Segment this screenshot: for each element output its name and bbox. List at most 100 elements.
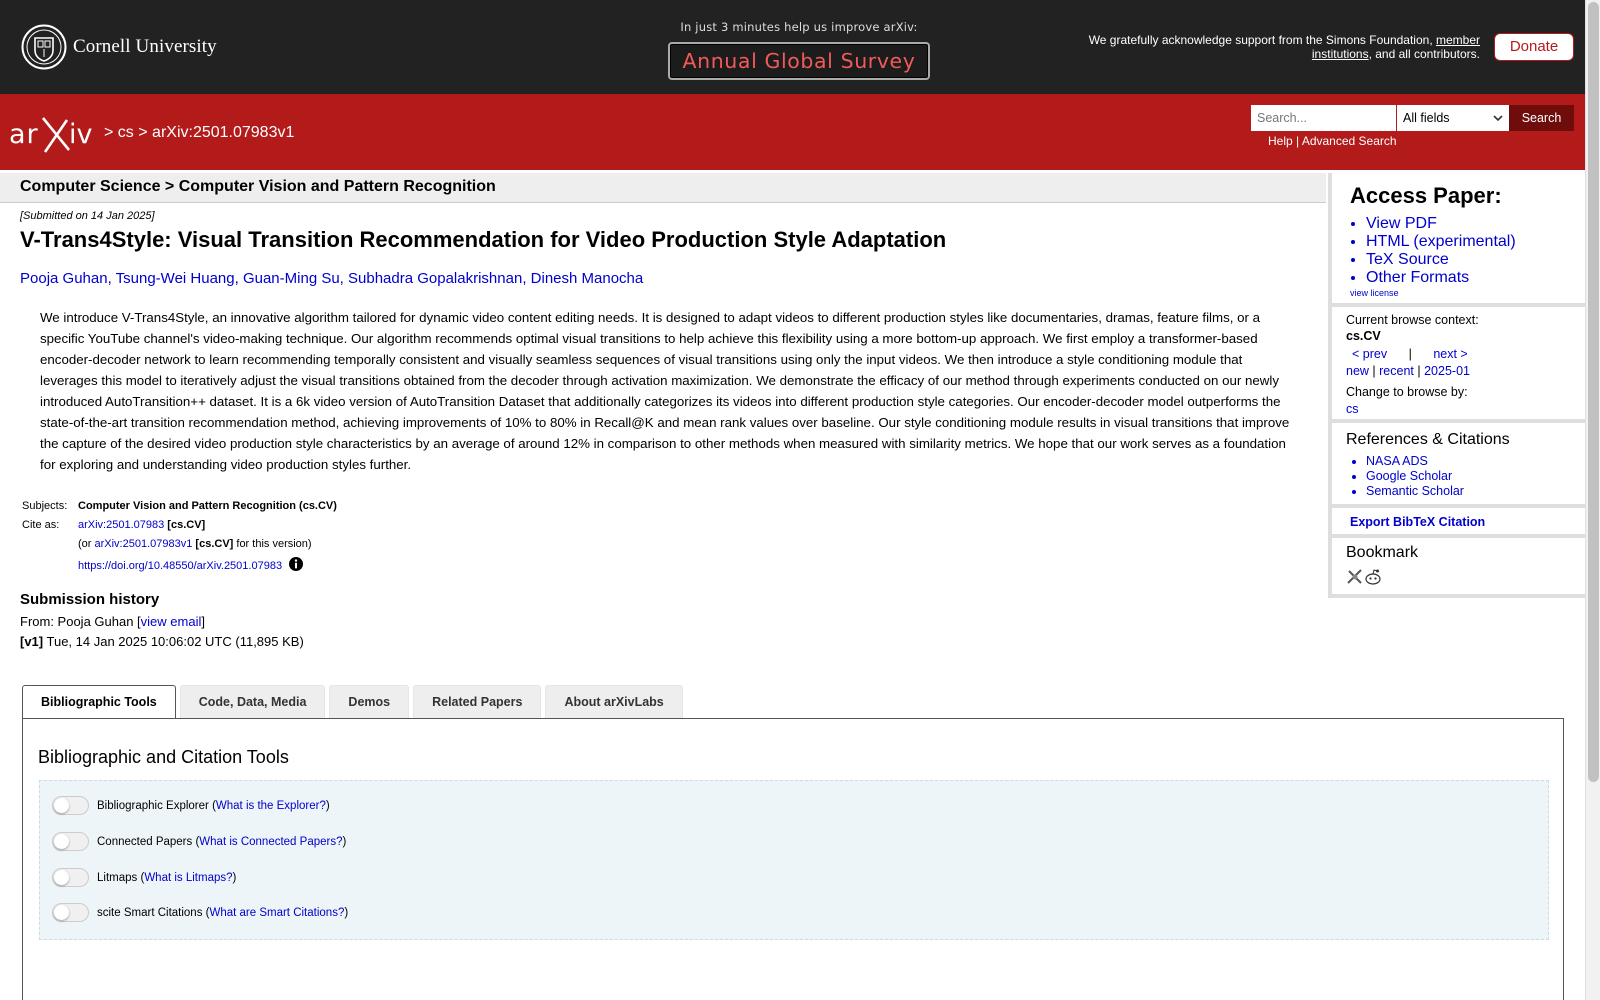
nav-separator: | xyxy=(1408,347,1412,361)
tab-demos[interactable]: Demos xyxy=(329,685,410,718)
author-link[interactable]: Pooja Guhan xyxy=(20,270,108,287)
author-link[interactable]: Tsung-Wei Huang xyxy=(116,270,235,287)
top-banner: Cornell University In just 3 minutes hel… xyxy=(0,0,1585,94)
access-link-html-experimental[interactable]: HTML (experimental) xyxy=(1366,233,1516,251)
cite-version-link[interactable]: arXiv:2501.07983v1 xyxy=(95,538,193,550)
svg-text:ar: ar xyxy=(9,119,39,150)
tool-help-link[interactable]: What is the Explorer? xyxy=(216,800,326,812)
support-acknowledgement: We gratefully acknowledge support from t… xyxy=(1060,33,1480,61)
browse-context-box: Current browse context: cs.CV < prev | n… xyxy=(1328,307,1585,423)
author-link[interactable]: Guan-Ming Su xyxy=(243,270,340,287)
survey-promo: In just 3 minutes help us improve arXiv:… xyxy=(668,20,930,80)
help-link[interactable]: Help xyxy=(1268,134,1293,148)
access-link-view-pdf[interactable]: View PDF xyxy=(1366,215,1516,233)
survey-prompt: In just 3 minutes help us improve arXiv: xyxy=(680,20,918,34)
author-link[interactable]: Subhadra Gopalakrishnan xyxy=(348,270,522,287)
next-link[interactable]: next > xyxy=(1433,347,1467,361)
references-citations-box: References & Citations NASA ADSGoogle Sc… xyxy=(1328,423,1585,508)
support-text-1: We gratefully acknowledge support from t… xyxy=(1088,33,1436,47)
donate-button[interactable]: Donate xyxy=(1494,33,1574,61)
tab-panel-bibliographic-tools: Bibliographic and Citation Tools Bibliog… xyxy=(22,718,1564,1000)
reference-link-google-scholar[interactable]: Google Scholar xyxy=(1366,469,1464,484)
scrollbar-thumb[interactable] xyxy=(1588,2,1599,782)
tab-bibliographic-tools[interactable]: Bibliographic Tools xyxy=(22,685,176,719)
tool-row: Litmaps (What is Litmaps?) xyxy=(52,868,236,887)
tool-help-link[interactable]: What is Litmaps? xyxy=(144,872,232,884)
version-date: Tue, 14 Jan 2025 10:06:02 UTC (11,895 KB… xyxy=(43,634,304,649)
tab-about-arxivlabs[interactable]: About arXivLabs xyxy=(545,685,683,718)
view-email-link[interactable]: view email xyxy=(141,614,202,629)
search-input[interactable] xyxy=(1251,105,1396,131)
tool-toggle[interactable] xyxy=(52,796,89,815)
annual-survey-button[interactable]: Annual Global Survey xyxy=(668,42,930,80)
sidebar: Access Paper: View PDFHTML (experimental… xyxy=(1328,173,1585,598)
access-link-tex-source[interactable]: TeX Source xyxy=(1366,251,1516,269)
cite-or-open: (or xyxy=(78,538,95,550)
paper-title: V-Trans4Style: Visual Transition Recomme… xyxy=(20,227,947,252)
breadcrumb-cs[interactable]: cs xyxy=(118,124,134,141)
subject-heading-bar: Computer Science > Computer Vision and P… xyxy=(0,173,1326,203)
link-separator: | xyxy=(1292,134,1302,148)
history-from-close: ] xyxy=(201,614,205,629)
author-separator: , xyxy=(339,270,349,287)
recent-link[interactable]: recent xyxy=(1379,364,1414,378)
access-link-other-formats[interactable]: Other Formats xyxy=(1366,269,1516,287)
reddit-icon[interactable] xyxy=(1364,568,1382,586)
reference-link-semantic-scholar[interactable]: Semantic Scholar xyxy=(1366,484,1464,499)
reference-link-nasa-ads[interactable]: NASA ADS xyxy=(1366,454,1464,469)
tool-row: scite Smart Citations (What are Smart Ci… xyxy=(52,903,348,922)
search-field-select[interactable]: All fields xyxy=(1397,105,1509,131)
subjects-label: Subjects: xyxy=(22,500,68,512)
doi-link[interactable]: https://doi.org/10.48550/arXiv.2501.0798… xyxy=(78,560,282,572)
arxiv-logo-icon[interactable]: ar iv xyxy=(9,114,101,154)
prev-link[interactable]: < prev xyxy=(1352,347,1387,361)
submission-date: [Submitted on 14 Jan 2025] xyxy=(20,210,155,222)
cite-id-link[interactable]: arXiv:2501.07983 xyxy=(78,519,164,531)
view-license-link[interactable]: view license xyxy=(1350,288,1399,298)
tool-help-link[interactable]: What is Connected Papers? xyxy=(199,836,342,848)
page-scrollbar[interactable] xyxy=(1585,0,1600,1000)
bibsonomy-icon[interactable] xyxy=(1346,568,1364,586)
cite-or-close: for this version) xyxy=(233,538,312,550)
tool-toggle[interactable] xyxy=(52,832,89,851)
tool-toggle[interactable] xyxy=(52,903,89,922)
search-help-links: Help | Advanced Search xyxy=(1268,134,1397,148)
cite-label: Cite as: xyxy=(22,519,60,531)
abstract: We introduce V-Trans4Style, an innovativ… xyxy=(40,310,1290,472)
author-separator: , xyxy=(234,270,243,287)
breadcrumb: > cs > arXiv:2501.07983v1 xyxy=(104,124,294,142)
browse-cs-link[interactable]: cs xyxy=(1346,402,1359,416)
author-link[interactable]: Dinesh Manocha xyxy=(531,270,644,287)
browse-list-links: new | recent | 2025-01 xyxy=(1346,364,1470,378)
access-paper-box: Access Paper: View PDFHTML (experimental… xyxy=(1328,173,1585,307)
breadcrumb-paper-id: arXiv:2501.07983v1 xyxy=(152,124,295,141)
tab-code-data-media[interactable]: Code, Data, Media xyxy=(179,685,326,718)
version-label[interactable]: [v1] xyxy=(20,634,43,649)
author-list: Pooja Guhan, Tsung-Wei Huang, Guan-Ming … xyxy=(20,270,643,287)
month-link[interactable]: 2025-01 xyxy=(1424,364,1470,378)
cornell-logo-link[interactable]: Cornell University xyxy=(21,24,217,70)
submission-from: From: Pooja Guhan [view email] xyxy=(20,614,205,629)
tool-name: Litmaps xyxy=(97,871,138,884)
paper-metadata: Subjects: Computer Vision and Pattern Re… xyxy=(22,500,337,579)
access-paper-heading: Access Paper: xyxy=(1350,183,1502,208)
tool-name: scite Smart Citations xyxy=(97,906,203,919)
chevron-down-icon xyxy=(1493,115,1503,122)
labs-tabs: Bibliographic Tools Code, Data, Media Demo… xyxy=(22,685,687,719)
access-links: View PDFHTML (experimental)TeX SourceOth… xyxy=(1366,215,1516,287)
export-bibtex-link[interactable]: Export BibTeX Citation xyxy=(1350,515,1485,529)
bookmark-box: Bookmark xyxy=(1328,538,1585,598)
new-link[interactable]: new xyxy=(1346,364,1369,378)
export-box: Export BibTeX Citation xyxy=(1328,508,1585,538)
info-icon[interactable] xyxy=(289,557,304,571)
breadcrumb-separator: > xyxy=(104,124,114,141)
author-separator: , xyxy=(522,270,531,287)
references-links: NASA ADSGoogle ScholarSemantic Scholar xyxy=(1366,454,1464,499)
search-button[interactable]: Search xyxy=(1509,105,1574,131)
tool-toggle[interactable] xyxy=(52,868,89,887)
browse-context-label: Current browse context: xyxy=(1346,313,1479,327)
advanced-search-link[interactable]: Advanced Search xyxy=(1302,134,1397,148)
tool-help-link[interactable]: What are Smart Citations? xyxy=(209,907,344,919)
tab-related-papers[interactable]: Related Papers xyxy=(413,685,542,718)
subject-heading: Computer Science > Computer Vision and P… xyxy=(20,178,496,195)
